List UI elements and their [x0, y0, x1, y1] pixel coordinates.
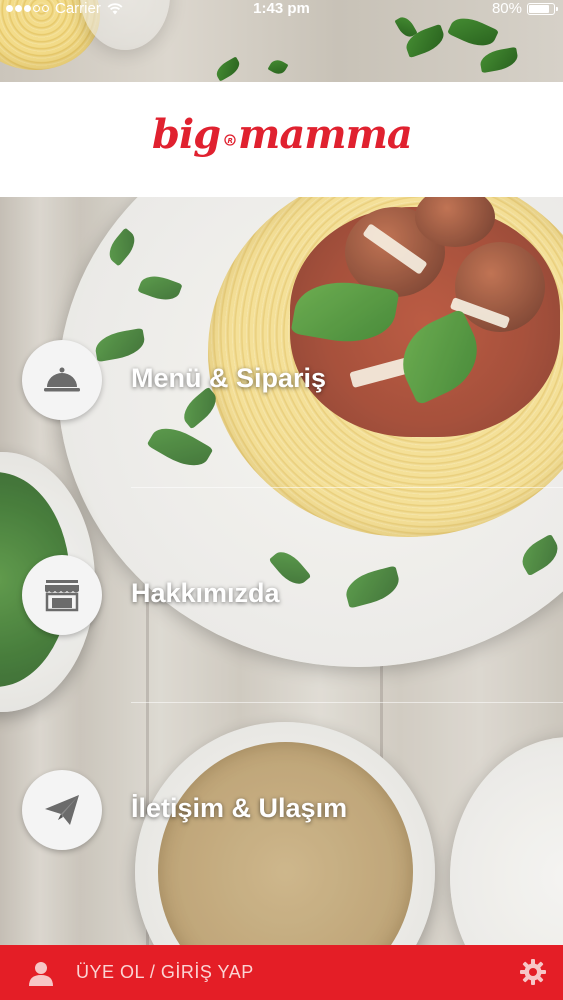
svg-text:mamma's: mamma's: [238, 111, 412, 158]
login-register-button[interactable]: ÜYE OL / GİRİŞ YAP: [76, 962, 254, 983]
brand-logo-wordmark: big R mamma's: [152, 111, 446, 158]
clock: 1:43 pm: [253, 0, 310, 17]
battery-icon: [527, 2, 558, 15]
menu-icon-circle: [22, 770, 102, 850]
menu-icon-circle: [22, 555, 102, 635]
battery-percent: 80%: [491, 0, 522, 17]
menu-icon-circle: [22, 340, 102, 420]
svg-text:R: R: [227, 137, 232, 145]
storefront-icon: [45, 580, 79, 612]
brand-logo: big R mamma's: [0, 102, 563, 183]
menu-item-contact[interactable]: İletişim & Ulaşım: [0, 760, 563, 860]
menu-item-menu-order[interactable]: Menü & Sipariş: [0, 330, 563, 430]
menu-divider: [131, 487, 563, 488]
gear-icon[interactable]: [519, 958, 547, 986]
svg-text:big: big: [152, 111, 220, 158]
menu-item-label: Menü & Sipariş: [131, 363, 327, 393]
paper-plane-icon: [45, 795, 79, 825]
menu-item-about[interactable]: Hakkımızda: [0, 545, 563, 645]
user-icon[interactable]: [28, 960, 54, 986]
menu-item-label: İletişim & Ulaşım: [131, 793, 348, 823]
bottom-bar: ÜYE OL / GİRİŞ YAP: [0, 945, 563, 1000]
menu-divider: [131, 702, 563, 703]
header: big R mamma's: [0, 82, 563, 197]
cloche-icon: [44, 367, 80, 392]
status-bar: Carrier 1:43 pm 80%: [0, 0, 563, 17]
menu-item-label: Hakkımızda: [131, 578, 280, 608]
